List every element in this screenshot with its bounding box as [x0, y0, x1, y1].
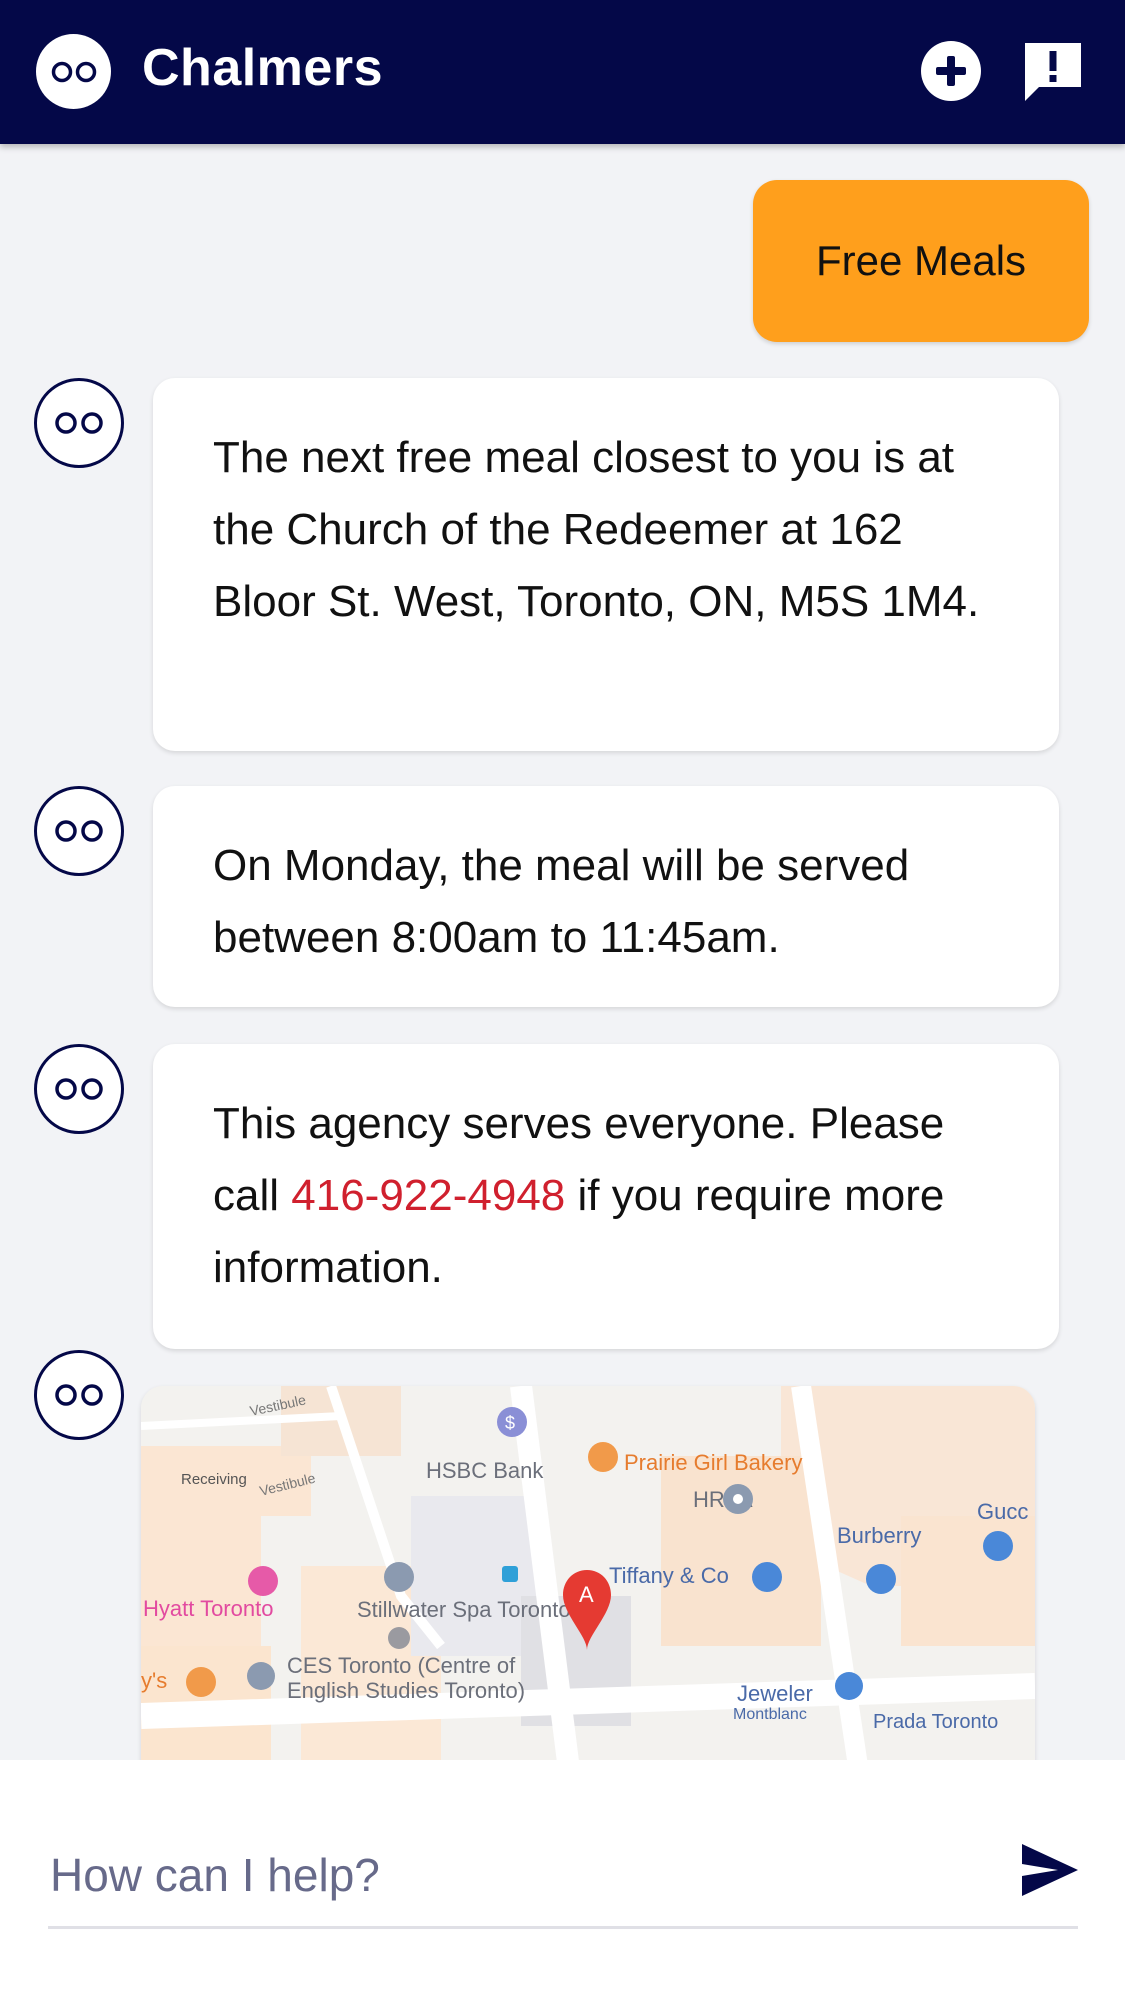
send-icon	[1022, 1844, 1078, 1896]
plus-circle-icon	[921, 41, 981, 101]
svg-text:A: A	[579, 1582, 594, 1607]
feedback-alert-icon	[1025, 43, 1081, 101]
place-pin-icon	[723, 1484, 753, 1514]
map-label: Prada Toronto	[873, 1711, 998, 1733]
bot-message-bubble: The next free meal closest to you is at …	[153, 378, 1059, 751]
map-label: Tiffany & Co	[609, 1563, 729, 1588]
app-header: Chalmers	[0, 0, 1125, 144]
map-label: Receiving	[181, 1471, 247, 1488]
bot-message-bubble: On Monday, the meal will be served betwe…	[153, 786, 1059, 1007]
bot-avatar-icon	[34, 378, 124, 468]
restaurant-pin-icon	[588, 1442, 618, 1472]
user-message-bubble: Free Meals	[753, 180, 1089, 342]
map-label: Montblanc	[733, 1706, 807, 1723]
map-label: English Studies Toronto)	[287, 1678, 525, 1703]
app-title: Chalmers	[142, 39, 383, 97]
map-label: Hyatt Toronto	[143, 1596, 273, 1621]
bot-avatar-icon	[34, 1350, 124, 1440]
add-button[interactable]	[918, 38, 984, 104]
map-label: Gucc	[977, 1499, 1028, 1524]
feedback-button[interactable]	[1020, 38, 1086, 104]
hotel-pin-icon	[248, 1566, 278, 1596]
chat-thread: Free Meals The next free meal closest to…	[0, 144, 1125, 1760]
map-label: Jeweler	[737, 1681, 813, 1706]
send-button[interactable]	[1018, 1838, 1082, 1902]
message-input[interactable]	[48, 1840, 1078, 1910]
map-label: HSBC Bank	[426, 1458, 544, 1483]
message-composer	[0, 1760, 1125, 2001]
bot-avatar-icon	[34, 786, 124, 876]
bot-message-text: On Monday, the meal will be served betwe…	[213, 841, 910, 962]
restaurant-pin-icon	[186, 1667, 216, 1697]
bot-message-bubble: This agency serves everyone. Please call…	[153, 1044, 1059, 1349]
app-logo-icon	[36, 34, 111, 109]
phone-link[interactable]: 416-922-4948	[291, 1171, 565, 1220]
bot-avatar-icon	[34, 1044, 124, 1134]
svg-text:$: $	[505, 1413, 515, 1433]
bot-message-text: The next free meal closest to you is at …	[213, 433, 980, 626]
location-map[interactable]: Vestibule Receiving Vestibule HSBC Bank …	[141, 1386, 1035, 1760]
input-underline	[48, 1926, 1078, 1929]
map-label: Stillwater Spa Toronto	[357, 1597, 571, 1622]
map-label: CES Toronto (Centre of	[287, 1653, 516, 1678]
transit-icon	[502, 1566, 518, 1582]
map-canvas: Vestibule Receiving Vestibule HSBC Bank …	[141, 1386, 1035, 1760]
map-label: y's	[141, 1668, 167, 1693]
map-label: Burberry	[837, 1523, 921, 1548]
spa-icon	[388, 1627, 410, 1649]
map-label: Prairie Girl Bakery	[624, 1450, 802, 1475]
bank-pin-icon: $	[497, 1407, 527, 1437]
